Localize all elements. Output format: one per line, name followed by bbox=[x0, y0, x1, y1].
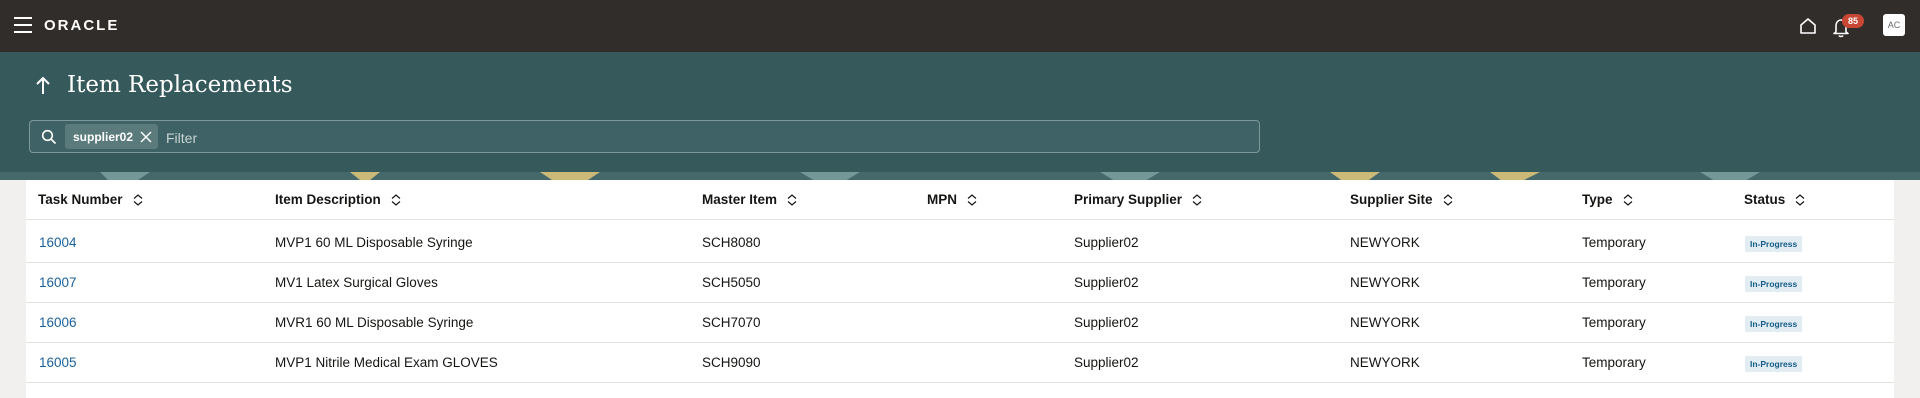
sort-icon bbox=[967, 194, 977, 206]
type: Temporary bbox=[1582, 315, 1646, 330]
column-header-label: Supplier Site bbox=[1350, 192, 1433, 207]
user-avatar[interactable]: AC bbox=[1883, 14, 1905, 36]
primary-supplier: Supplier02 bbox=[1074, 355, 1139, 370]
sort-icon bbox=[391, 194, 401, 206]
table-row[interactable]: 16005 MVP1 Nitrile Medical Exam GLOVES S… bbox=[26, 343, 1894, 383]
master-item: SCH9090 bbox=[702, 355, 761, 370]
column-header-status[interactable]: Status bbox=[1744, 180, 1805, 220]
top-bar: ORACLE 85 AC bbox=[0, 0, 1920, 52]
search-icon bbox=[41, 129, 57, 145]
page-title: Item Replacements bbox=[67, 72, 293, 98]
primary-supplier: Supplier02 bbox=[1074, 275, 1139, 290]
master-item: SCH7070 bbox=[702, 315, 761, 330]
type: Temporary bbox=[1582, 235, 1646, 250]
task-number-link[interactable]: 16004 bbox=[39, 223, 77, 263]
item-description: MV1 Latex Surgical Gloves bbox=[275, 275, 438, 290]
sort-icon bbox=[1192, 194, 1202, 206]
supplier-site: NEWYORK bbox=[1350, 235, 1420, 250]
supplier-site: NEWYORK bbox=[1350, 275, 1420, 290]
table-row[interactable]: 16007 MV1 Latex Surgical Gloves SCH5050 … bbox=[26, 263, 1894, 303]
status-cell: In-Progress bbox=[1745, 223, 1803, 263]
filter-chip-label: supplier02 bbox=[73, 129, 134, 144]
column-header-mpn[interactable]: MPN bbox=[927, 180, 977, 220]
table-row[interactable]: 16004 MVP1 60 ML Disposable Syringe SCH8… bbox=[26, 223, 1894, 263]
column-header-label: Task Number bbox=[38, 192, 123, 207]
sort-icon bbox=[787, 194, 797, 206]
column-header-label: Type bbox=[1582, 192, 1613, 207]
type: Temporary bbox=[1582, 275, 1646, 290]
column-header-label: Status bbox=[1744, 192, 1786, 207]
table-row[interactable]: 16006 MVR1 60 ML Disposable Syringe SCH7… bbox=[26, 303, 1894, 343]
supplier-site: NEWYORK bbox=[1350, 355, 1420, 370]
column-header-supplier-site[interactable]: Supplier Site bbox=[1350, 180, 1453, 220]
home-icon[interactable] bbox=[1798, 16, 1818, 36]
column-header-label: Primary Supplier bbox=[1074, 192, 1183, 207]
filter-input[interactable] bbox=[164, 123, 1248, 152]
table-header-row: Task Number Item Description Master Item… bbox=[26, 180, 1894, 220]
sort-icon bbox=[1795, 194, 1805, 206]
status-cell: In-Progress bbox=[1745, 263, 1803, 303]
task-number-link[interactable]: 16007 bbox=[39, 263, 77, 303]
item-description: MVP1 60 ML Disposable Syringe bbox=[275, 235, 473, 250]
filter-chip: supplier02 bbox=[65, 124, 159, 149]
type: Temporary bbox=[1582, 355, 1646, 370]
sort-icon bbox=[1443, 194, 1452, 206]
hamburger-menu-icon[interactable] bbox=[14, 17, 32, 33]
status-badge: In-Progress bbox=[1745, 356, 1803, 372]
task-number-link[interactable]: 16006 bbox=[39, 303, 77, 343]
back-arrow-icon[interactable] bbox=[34, 74, 52, 98]
column-header-label: Master Item bbox=[702, 192, 778, 207]
item-replacements-table: Task Number Item Description Master Item… bbox=[26, 180, 1894, 398]
status-cell: In-Progress bbox=[1745, 343, 1803, 383]
primary-supplier: Supplier02 bbox=[1074, 235, 1139, 250]
master-item: SCH8080 bbox=[702, 235, 761, 250]
column-header-type[interactable]: Type bbox=[1582, 180, 1633, 220]
status-badge: In-Progress bbox=[1745, 236, 1803, 252]
column-header-label: Item Description bbox=[275, 192, 381, 207]
primary-supplier: Supplier02 bbox=[1074, 315, 1139, 330]
sort-icon bbox=[1623, 194, 1632, 206]
decorative-pattern bbox=[0, 172, 1920, 180]
item-description: MVR1 60 ML Disposable Syringe bbox=[275, 315, 474, 330]
item-description: MVP1 Nitrile Medical Exam GLOVES bbox=[275, 355, 498, 370]
oracle-logo[interactable]: ORACLE bbox=[44, 17, 119, 34]
column-header-label: MPN bbox=[927, 192, 957, 207]
column-header-master-item[interactable]: Master Item bbox=[702, 180, 797, 220]
remove-filter-close-icon[interactable] bbox=[133, 124, 158, 149]
column-header-primary-supplier[interactable]: Primary Supplier bbox=[1074, 180, 1202, 220]
status-cell: In-Progress bbox=[1745, 303, 1803, 343]
status-badge: In-Progress bbox=[1745, 316, 1803, 332]
supplier-site: NEWYORK bbox=[1350, 315, 1420, 330]
column-header-task-number[interactable]: Task Number bbox=[38, 180, 143, 220]
notification-count-badge: 85 bbox=[1842, 14, 1864, 28]
column-header-item-description[interactable]: Item Description bbox=[275, 180, 401, 220]
sort-icon bbox=[133, 194, 142, 206]
filter-bar[interactable]: supplier02 bbox=[29, 120, 1260, 153]
status-badge: In-Progress bbox=[1745, 276, 1803, 292]
master-item: SCH5050 bbox=[702, 275, 761, 290]
task-number-link[interactable]: 16005 bbox=[39, 343, 77, 383]
